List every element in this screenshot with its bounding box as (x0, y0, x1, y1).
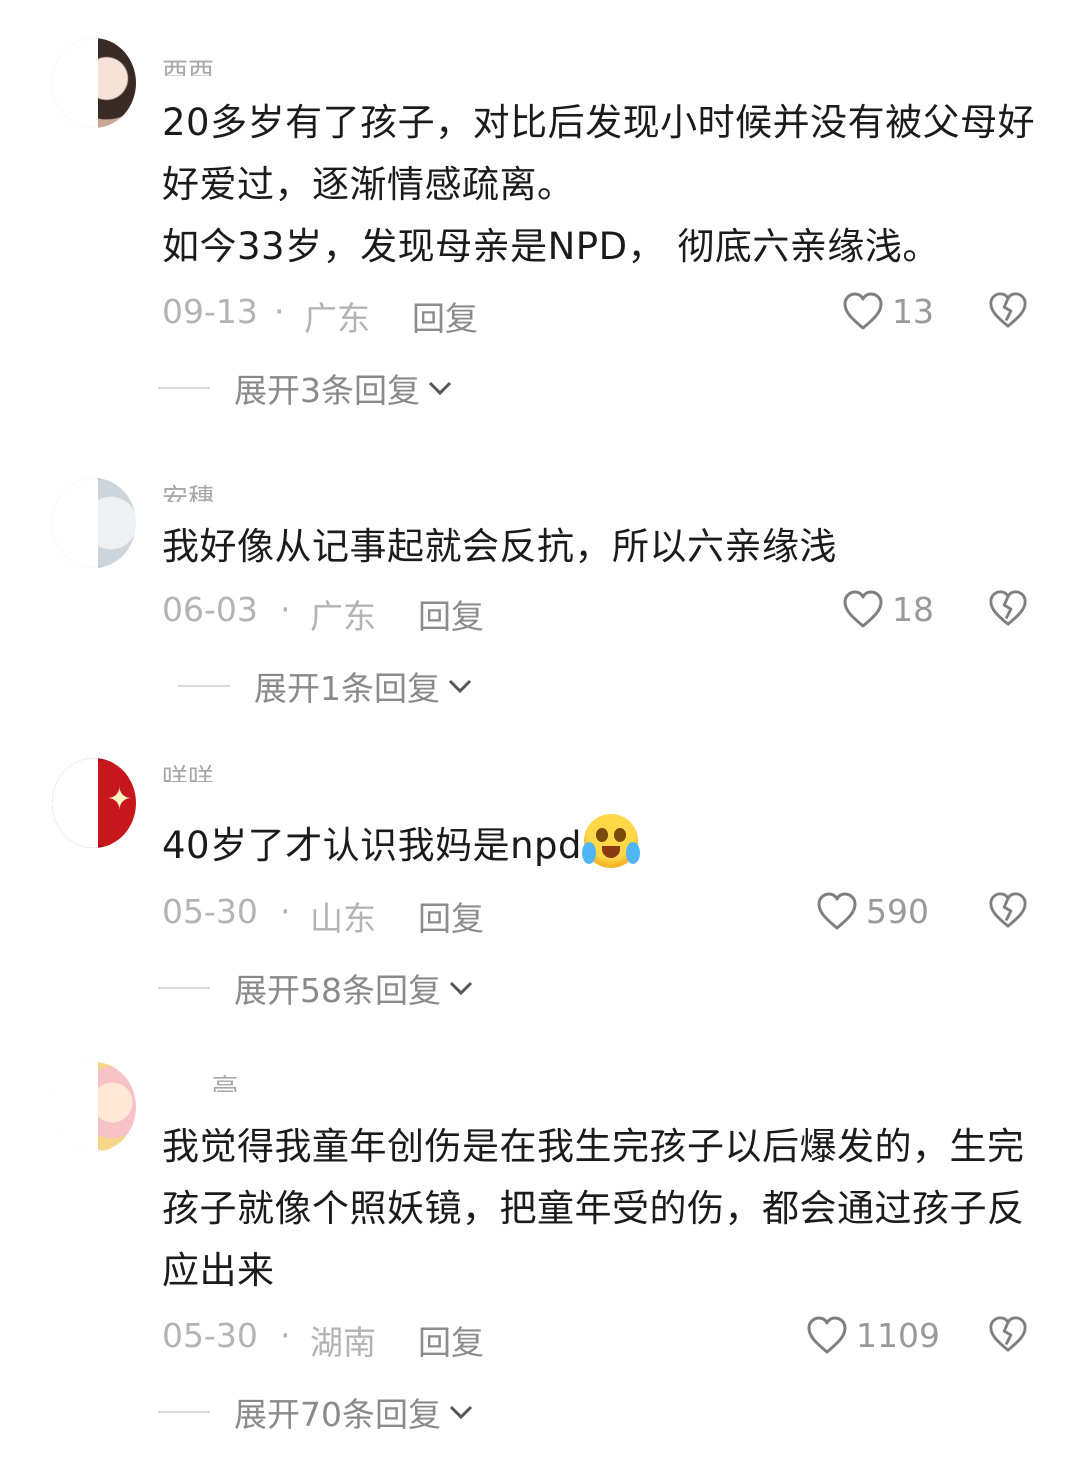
comment-text-part: 20多岁有了孩子，对比后发现小时候并没有被父母好好爱过，逐渐情感疏离。 (162, 101, 1036, 206)
avatar[interactable] (52, 1062, 136, 1152)
comment-region: 湖南 (310, 1323, 376, 1362)
expand-replies-label: 展开1条回复 (254, 669, 440, 708)
comment-date: 05-30 (162, 1316, 258, 1355)
divider-line (158, 387, 210, 389)
comment-region: 广东 (310, 597, 376, 636)
comment-text: 20多岁有了孩子，对比后发现小时候并没有被父母好好爱过，逐渐情感疏离。 如今33… (162, 92, 1052, 278)
reply-button[interactable]: 回复 (418, 590, 484, 638)
crying-face-emoji (582, 814, 641, 868)
comment-meta: 05-30 · 湖南 回复 1109 (162, 1310, 1042, 1362)
comment-text: 我好像从记事起就会反抗，所以六亲缘浅 (162, 525, 837, 568)
like-count: 18 (892, 589, 934, 629)
comment-text-part: 40岁了才认识我妈是npd (162, 824, 583, 867)
like-button[interactable]: 18 (842, 584, 934, 634)
chevron-down-icon (449, 1405, 473, 1420)
like-button[interactable]: 590 (816, 886, 929, 936)
expand-replies-button[interactable]: 展开1条回复 (178, 664, 474, 708)
like-button[interactable]: 1109 (806, 1310, 940, 1360)
divider-line (158, 987, 210, 989)
avatar-glyph-icon: ✦ (106, 782, 132, 817)
heart-outline-icon (817, 892, 857, 930)
reply-button[interactable]: 回复 (418, 892, 484, 940)
username[interactable]: 安穗 (162, 484, 214, 502)
broken-heart-icon[interactable] (988, 1314, 1028, 1354)
like-button[interactable]: 13 (842, 286, 934, 336)
heart-outline-icon (843, 292, 883, 330)
comment-meta: 05-30 · 山东 回复 590 (162, 886, 1042, 938)
comment-date: 09-13 (162, 292, 258, 331)
comment-region: 广东 (304, 299, 370, 338)
comment-text: 40岁了才认识我妈是npd (162, 814, 1052, 877)
like-count: 590 (866, 891, 929, 931)
avatar[interactable] (52, 38, 136, 128)
comment-text-part: 如今33岁，发现母亲是NPD， 彻底六亲缘浅。 (162, 225, 940, 268)
username[interactable]: 亭 (212, 1074, 238, 1092)
expand-replies-label: 展开3条回复 (234, 371, 420, 410)
separator-dot: · (280, 892, 291, 931)
heart-outline-icon (807, 1316, 847, 1354)
broken-heart-icon[interactable] (988, 890, 1028, 930)
comment-meta: 09-13 · 广东 回复 13 (162, 286, 1042, 338)
avatar[interactable]: ✦ (52, 758, 136, 848)
separator-dot: · (274, 292, 285, 331)
comment-date: 05-30 (162, 892, 258, 931)
expand-replies-label: 展开70条回复 (234, 1395, 441, 1434)
chevron-down-icon (449, 981, 473, 996)
chevron-down-icon (428, 381, 452, 396)
reply-button[interactable]: 回复 (418, 1316, 484, 1364)
comment-text: 我觉得我童年创伤是在我生完孩子以后爆发的，生完孩子就像个照妖镜，把童年受的伤，都… (162, 1125, 1025, 1292)
username[interactable]: 咩咩 (162, 764, 214, 782)
chevron-down-icon (448, 679, 472, 694)
expand-replies-label: 展开58条回复 (234, 971, 441, 1010)
expand-replies-button[interactable]: 展开58条回复 (158, 966, 475, 1010)
expand-replies-button[interactable]: 展开3条回复 (158, 366, 454, 410)
heart-outline-icon (843, 590, 883, 628)
like-count: 13 (892, 291, 934, 331)
comment-meta: 06-03 · 广东 回复 18 (162, 584, 1042, 636)
expand-replies-button[interactable]: 展开70条回复 (158, 1390, 475, 1434)
separator-dot: · (280, 590, 291, 629)
divider-line (178, 685, 230, 687)
avatar[interactable] (52, 478, 136, 568)
like-count: 1109 (856, 1315, 940, 1355)
divider-line (158, 1411, 210, 1413)
reply-button[interactable]: 回复 (412, 292, 478, 340)
comment-date: 06-03 (162, 590, 258, 629)
separator-dot: · (280, 1316, 291, 1355)
comment-region: 山东 (310, 899, 376, 938)
broken-heart-icon[interactable] (988, 588, 1028, 628)
broken-heart-icon[interactable] (988, 290, 1028, 330)
username[interactable]: 酉酉 (162, 58, 214, 76)
